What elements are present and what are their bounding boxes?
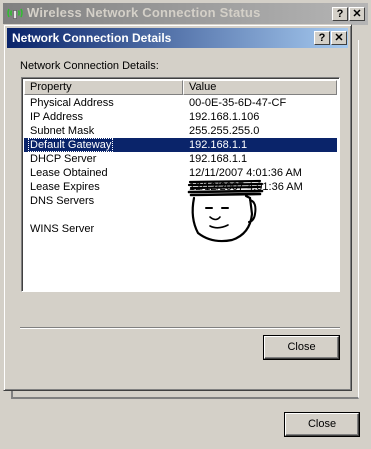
row-value: 255.255.255.0 bbox=[189, 125, 260, 137]
status-close-x-button[interactable]: ✕ bbox=[349, 7, 365, 21]
list-row[interactable]: DHCP Server 192.168.1.1 bbox=[24, 152, 337, 166]
row-property: Default Gateway bbox=[28, 138, 114, 152]
help-icon: ? bbox=[318, 32, 326, 44]
status-close-button[interactable]: Close bbox=[285, 413, 359, 436]
list-row[interactable] bbox=[24, 208, 337, 222]
list-row[interactable]: Subnet Mask 255.255.255.0 bbox=[24, 124, 337, 138]
row-property: Physical Address bbox=[30, 97, 114, 109]
button-separator bbox=[20, 327, 340, 329]
row-property: Lease Obtained bbox=[30, 167, 108, 179]
close-icon: ✕ bbox=[334, 32, 344, 44]
row-value: 192.168.1.1 bbox=[189, 153, 248, 165]
details-group-label: Network Connection Details: bbox=[20, 60, 159, 72]
status-window-title: Wireless Network Connection Status bbox=[27, 5, 261, 20]
details-close-x-button[interactable]: ✕ bbox=[331, 31, 347, 45]
row-value: 192.168.1.106 bbox=[189, 111, 260, 123]
row-property: Subnet Mask bbox=[30, 125, 95, 137]
row-property: DHCP Server bbox=[30, 153, 97, 165]
details-titlebar[interactable]: Network Connection Details ? ✕ bbox=[7, 28, 348, 48]
column-header-property[interactable]: Property bbox=[24, 80, 183, 95]
details-title: Network Connection Details bbox=[12, 31, 172, 45]
list-row[interactable]: DNS Servers bbox=[24, 194, 337, 208]
close-icon: ✕ bbox=[352, 8, 362, 20]
details-list-view[interactable]: Property Value Physical Address 00-0E-35-… bbox=[21, 77, 340, 292]
status-help-button[interactable]: ? bbox=[332, 7, 348, 21]
help-icon: ? bbox=[336, 8, 344, 20]
details-close-button[interactable]: Close bbox=[264, 336, 339, 359]
row-property: IP Address bbox=[30, 111, 83, 123]
status-window-titlebar[interactable]: Wireless Network Connection Status ? ✕ bbox=[3, 3, 368, 25]
details-help-button[interactable]: ? bbox=[314, 31, 330, 45]
list-row[interactable]: Physical Address 00-0E-35-6D-47-CF bbox=[24, 96, 337, 110]
row-property: DNS Servers bbox=[30, 195, 95, 207]
row-property: WINS Server bbox=[30, 223, 95, 235]
list-row[interactable]: IP Address 192.168.1.106 bbox=[24, 110, 337, 124]
list-row[interactable]: WINS Server bbox=[24, 222, 337, 236]
row-property: Lease Expires bbox=[30, 181, 100, 193]
network-connection-details-dialog: Network Connection Details ? ✕ Network C… bbox=[3, 24, 352, 391]
row-value: 192.168.1.1 bbox=[189, 139, 248, 151]
list-row[interactable]: Default Gateway 192.168.1.1 bbox=[24, 138, 337, 152]
list-rows: Physical Address 00-0E-35-6D-47-CF IP Addr… bbox=[24, 96, 337, 236]
column-header-value[interactable]: Value bbox=[183, 80, 337, 95]
list-row[interactable]: Lease Obtained 12/11/2007 4:01:36 AM bbox=[24, 166, 337, 180]
list-row[interactable]: Lease Expires 12/12/2007 4:01:36 AM bbox=[24, 180, 337, 194]
list-header: Property Value bbox=[24, 80, 337, 95]
row-value: 00-0E-35-6D-47-CF bbox=[189, 97, 287, 109]
wireless-network-icon bbox=[7, 8, 23, 19]
redaction-scribble-drawing bbox=[187, 179, 264, 243]
